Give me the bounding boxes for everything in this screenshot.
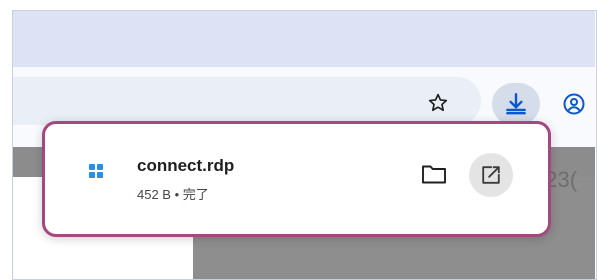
profile-button[interactable] bbox=[559, 89, 589, 119]
download-status: 452 B • 完了 bbox=[137, 187, 209, 202]
profile-icon bbox=[563, 93, 585, 115]
tab-strip bbox=[13, 11, 595, 67]
folder-icon bbox=[422, 165, 446, 184]
download-bubble: connect.rdp 452 B • 完了 bbox=[42, 121, 551, 237]
download-item[interactable]: connect.rdp 452 B • 完了 bbox=[45, 124, 548, 234]
bookmark-button[interactable] bbox=[424, 89, 452, 117]
download-file-name: connect.rdp bbox=[137, 156, 235, 175]
downloads-button[interactable] bbox=[492, 83, 540, 125]
download-icon bbox=[506, 93, 526, 115]
show-in-folder-button[interactable] bbox=[419, 160, 449, 188]
open-file-button[interactable] bbox=[469, 153, 513, 197]
windows-file-icon bbox=[89, 164, 103, 178]
star-icon bbox=[428, 93, 448, 112]
open-external-icon bbox=[482, 166, 500, 184]
address-bar[interactable] bbox=[13, 77, 481, 125]
